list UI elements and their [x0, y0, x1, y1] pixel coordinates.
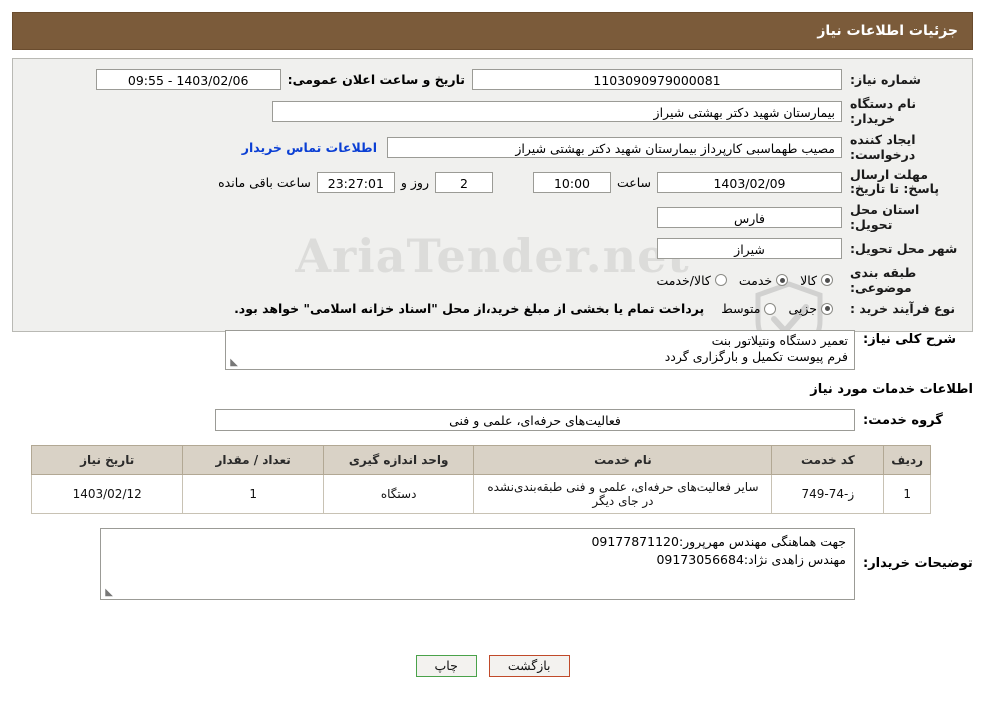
category-option-kala[interactable]: کالا — [797, 273, 842, 288]
buyer-org-label: نام دستگاه خریدار: — [850, 96, 917, 126]
col-header-date: تاریخ نیاز — [30, 445, 184, 475]
radio-icon[interactable] — [776, 274, 789, 286]
table-row: 1 ز-74-749 سایر فعالیت‌های حرفه‌ای، علمی… — [30, 474, 931, 514]
remaining-days-value: 2 — [434, 171, 493, 193]
row-need-number: شماره نیاز: 1103090979000081 تاریخ و ساع… — [25, 69, 960, 90]
process-option-jozi[interactable]: جزیی — [785, 301, 842, 316]
need-summary-row: شرح کلی نیاز: تعمیر دستگاه ونتیلاتور بنت… — [12, 330, 973, 370]
resize-handle-icon[interactable]: ◣ — [103, 588, 113, 598]
buyer-notes-row: توضیحات خریدار: جهت هماهنگی مهندس مهرپرو… — [12, 528, 973, 600]
row-city: شهر محل تحویل: شیراز — [25, 238, 960, 259]
process-option-jozi-label: جزیی — [788, 301, 817, 316]
hour-label: ساعت — [616, 174, 651, 190]
category-option-khedmat[interactable]: خدمت — [736, 273, 797, 288]
page-header: جزئیات اطلاعات نیاز — [12, 12, 973, 50]
resize-handle-icon[interactable]: ◣ — [228, 358, 238, 368]
page-title: جزئیات اطلاعات نیاز — [817, 23, 958, 39]
lower-section: شرح کلی نیاز: تعمیر دستگاه ونتیلاتور بنت… — [12, 330, 973, 600]
col-header-code: کد خدمت — [771, 445, 885, 475]
row-province: استان محل تحویل: فارس — [25, 202, 960, 232]
requester-value: مصیب طهماسبی کارپرداز بیمارستان شهید دکت… — [387, 136, 842, 158]
buyer-contact-link[interactable]: اطلاعات تماس خریدار — [232, 140, 387, 155]
cell-count: 1 — [182, 474, 324, 514]
announce-datetime-label: تاریخ و ساعت اعلان عمومی: — [287, 72, 465, 87]
table-header-row: ردیف کد خدمت نام خدمت واحد اندازه گیری ت… — [30, 445, 931, 475]
province-label: استان محل تحویل: — [850, 202, 920, 232]
service-group-label: گروه خدمت: — [863, 412, 943, 428]
need-number-value: 1103090979000081 — [472, 69, 842, 90]
buyer-notes-line-2: مهندس زاهدی نژاد:09173056684 — [656, 552, 846, 567]
cell-radif: 1 — [883, 474, 931, 514]
buyer-notes-textarea[interactable]: جهت هماهنگی مهندس مهرپرور:09177871120 مه… — [100, 528, 855, 600]
remaining-time-value: 23:27:01 — [316, 171, 395, 193]
radio-icon[interactable] — [821, 302, 833, 315]
row-category: طبقه بندی موضوعی: کالا خدمت کالا/خدمت — [25, 265, 960, 295]
cell-code: ز-74-749 — [771, 474, 885, 514]
need-number-label: شماره نیاز: — [850, 72, 921, 87]
deadline-date-value: 1403/02/09 — [657, 171, 842, 193]
page-root: جزئیات اطلاعات نیاز AriaTender.net شماره… — [0, 0, 985, 703]
category-option-kala-khedmat[interactable]: کالا/خدمت — [653, 273, 735, 288]
process-option-motevaset-label: متوسط — [721, 301, 761, 316]
category-label: طبقه بندی موضوعی: — [850, 265, 917, 295]
row-buyer-org: نام دستگاه خریدار: بیمارستان شهید دکتر ب… — [25, 96, 960, 126]
col-header-count: تعداد / مقدار — [182, 445, 324, 475]
process-option-motevaset[interactable]: متوسط — [718, 301, 785, 316]
requester-label: ایجاد کننده درخواست: — [850, 132, 916, 162]
cell-name: سایر فعالیت‌های حرفه‌ای، علمی و فنی طبقه… — [473, 474, 773, 514]
services-table: ردیف کد خدمت نام خدمت واحد اندازه گیری ت… — [30, 445, 931, 514]
cell-date: 1403/02/12 — [30, 474, 184, 514]
need-details-form: AriaTender.net شماره نیاز: 1103090979000… — [13, 59, 972, 359]
back-button[interactable]: بازگشت — [488, 655, 570, 677]
services-table-wrapper: ردیف کد خدمت نام خدمت واحد اندازه گیری ت… — [30, 445, 931, 514]
remaining-label: ساعت باقی مانده — [218, 174, 311, 190]
radio-icon[interactable] — [714, 274, 727, 286]
service-group-value: فعالیت‌های حرفه‌ای، علمی و فنی — [215, 409, 855, 431]
category-option-khedmat-label: خدمت — [738, 272, 773, 288]
col-header-name: نام خدمت — [473, 445, 773, 475]
need-summary-line-2: فرم پیوست تکمیل و بارگزاری گردد — [664, 349, 848, 364]
city-label: شهر محل تحویل: — [850, 241, 958, 256]
need-details-panel: AriaTender.net شماره نیاز: 1103090979000… — [12, 58, 973, 359]
buyer-notes-line-1: جهت هماهنگی مهندس مهرپرور:09177871120 — [591, 534, 846, 549]
buyer-org-value: بیمارستان شهید دکتر بهشتی شیراز — [272, 100, 842, 122]
deadline-time-value: 10:00 — [532, 171, 611, 193]
print-button[interactable]: چاپ — [415, 655, 477, 677]
row-requester: ایجاد کننده درخواست: مصیب طهماسبی کارپرد… — [25, 132, 960, 162]
process-label: نوع فرآیند خرید : — [850, 301, 956, 316]
need-summary-textarea[interactable]: تعمیر دستگاه ونتیلاتور بنت فرم پیوست تکم… — [225, 330, 855, 370]
category-option-kala-khedmat-label: کالا/خدمت — [656, 272, 711, 288]
buyer-notes-label: توضیحات خریدار: — [863, 556, 973, 571]
city-value: شیراز — [657, 238, 842, 259]
need-summary-label: شرح کلی نیاز: — [863, 332, 957, 347]
action-buttons: بازگشت چاپ — [0, 655, 985, 677]
radio-icon[interactable] — [821, 274, 833, 286]
col-header-radif: ردیف — [883, 445, 931, 475]
province-value: فارس — [657, 206, 842, 228]
services-section-title: اطلاعات خدمات مورد نیاز — [810, 382, 973, 397]
announce-datetime-value: 1403/02/06 - 09:55 — [95, 69, 281, 90]
col-header-unit: واحد اندازه گیری — [322, 445, 475, 475]
payment-note: پرداخت تمام یا بخشی از مبلغ خرید،از محل … — [234, 301, 705, 316]
service-group-row: گروه خدمت: فعالیت‌های حرفه‌ای، علمی و فن… — [12, 409, 973, 431]
category-option-kala-label: کالا — [800, 272, 817, 288]
deadline-label: مهلت ارسال پاسخ: تا تاریخ: — [850, 167, 940, 196]
radio-icon[interactable] — [764, 302, 777, 315]
cell-unit: دستگاه — [322, 474, 475, 514]
row-process-type: نوع فرآیند خرید : جزیی متوسط پرداخت تمام… — [25, 301, 960, 316]
days-label: روز و — [400, 174, 429, 190]
row-deadline: مهلت ارسال پاسخ: تا تاریخ: 1403/02/09 سا… — [25, 168, 960, 196]
need-summary-line-1: تعمیر دستگاه ونتیلاتور بنت — [711, 333, 848, 348]
